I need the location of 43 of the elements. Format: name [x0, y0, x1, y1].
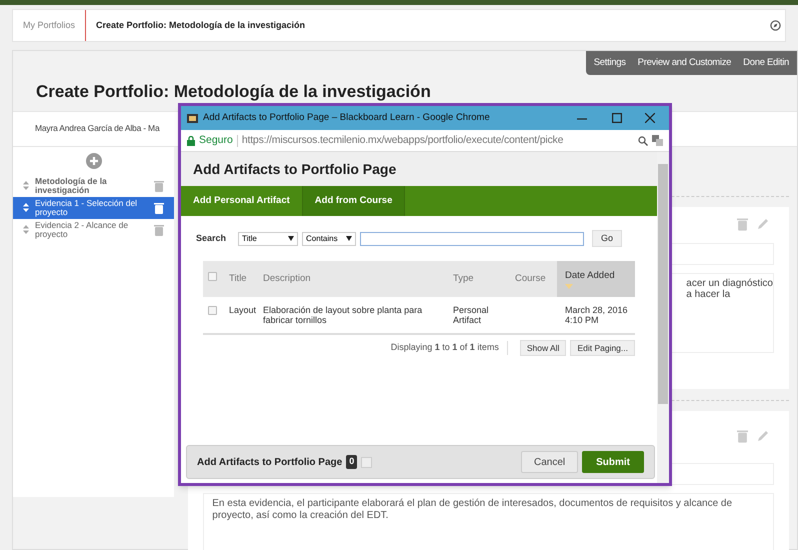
url-text: https://miscursos.tecmilenio.mx/webapps/portfolio/execute/content/picke — [242, 132, 564, 148]
description-text: En esta evidencia, el participante elaborará el plan de gestión de interesados, documentos de requisitos y alcance de proyecto, así como la creación del EDT. — [212, 498, 732, 520]
page-title-text: Evidencia 2 - Alcance de proyecto — [35, 220, 130, 238]
table-cell: Layout — [229, 305, 256, 315]
breadcrumb-item[interactable]: My Portfolios — [13, 10, 86, 41]
column-header[interactable]: Course — [515, 261, 557, 297]
page-title-text: Evidencia 1 - Selección del proyecto — [35, 198, 138, 216]
column-header[interactable]: Type — [453, 261, 515, 297]
footer-title: Add Artifacts to Portfolio Page — [197, 456, 342, 470]
secure-label: Seguro — [199, 132, 233, 148]
dialog-heading: Add Artifacts to Portfolio Page — [193, 160, 396, 179]
table-cell: Personal Artifact — [453, 305, 489, 325]
address-bar[interactable]: Seguro https://miscursos.tecmilenio.mx/webapps/portfolio/execute/content/picke — [181, 130, 669, 152]
field-select[interactable]: Title — [238, 232, 298, 246]
page-item[interactable]: Evidencia 1 - Selección del proyecto — [13, 196, 174, 218]
go-button[interactable]: Go — [592, 230, 622, 247]
submit-button[interactable]: Submit — [582, 451, 644, 473]
author-name: Mayra Andrea García de Alba - Ma — [35, 122, 160, 135]
breadcrumb-item[interactable]: Create Portfolio: Metodología de la investigación — [86, 10, 316, 41]
toolbar-link[interactable]: Done Editin — [743, 56, 789, 70]
column-header[interactable]: Description — [263, 261, 453, 297]
count-badge: 0 — [346, 455, 358, 469]
text-fragment: acer un diagnóstico — [686, 278, 773, 288]
column-header[interactable]: Title — [229, 261, 263, 297]
operator-select[interactable]: Contains — [302, 232, 356, 246]
window-title: Add Artifacts to Portfolio Page – Blackboard Learn - Google Chrome — [203, 110, 491, 125]
toolbar-link[interactable]: Preview and Customize — [638, 56, 732, 70]
tab[interactable]: Add from Course — [302, 186, 406, 216]
table-cell: March 28, 2016 4:10 PM — [565, 305, 628, 325]
page-item[interactable]: Evidencia 2 - Alcance de proyecto — [13, 218, 174, 240]
search-label: Search — [196, 232, 226, 245]
paging-button[interactable]: Edit Paging... — [570, 340, 635, 356]
text-fragment: a hacer la — [686, 288, 732, 300]
page-item[interactable]: Metodología de la investigación — [13, 174, 174, 196]
cancel-button[interactable]: Cancel — [520, 451, 578, 473]
paging-info: Displaying 1 to 1 of 1 items — [390, 341, 508, 355]
page-title-text: Metodología de la investigación — [35, 176, 108, 194]
page-title: Create Portfolio: Metodología de la investigación — [36, 81, 432, 103]
text-area[interactable]: En esta evidencia, el participante elaborará el plan de gestión de interesados, documentos de requisitos y alcance de proyecto, así como la creación del EDT. — [203, 492, 774, 550]
table-cell: Elaboración de layout sobre planta para fabricar tornillos — [263, 305, 422, 325]
paging-button[interactable]: Show All — [520, 340, 566, 356]
toolbar-link[interactable]: Settings — [594, 56, 626, 70]
column-header[interactable]: Date Added — [557, 261, 635, 297]
